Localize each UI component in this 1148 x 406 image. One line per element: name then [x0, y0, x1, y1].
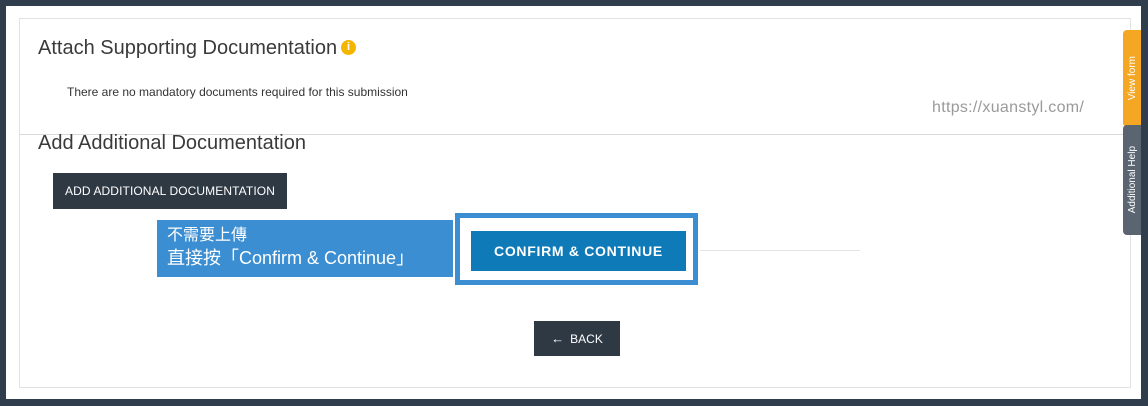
view-form-tab[interactable]: View form	[1123, 30, 1141, 127]
add-additional-documentation-button[interactable]: ADD ADDITIONAL DOCUMENTATION	[53, 173, 287, 209]
additional-help-tab[interactable]: Additional Help	[1123, 125, 1141, 235]
confirm-highlight-inner: CONFIRM & CONTINUE	[460, 218, 693, 280]
additional-section-title: Add Additional Documentation	[38, 132, 306, 154]
attach-section-title-text: Attach Supporting Documentation	[38, 37, 338, 59]
back-button[interactable]: ← BACK	[534, 321, 620, 356]
action-divider-line	[700, 250, 860, 251]
additional-help-tab-label: Additional Help	[1126, 146, 1138, 214]
back-button-label: BACK	[570, 332, 603, 346]
view-form-tab-label: View form	[1126, 56, 1138, 101]
watermark-url: https://xuanstyl.com/	[932, 99, 1085, 116]
attach-section-title: Attach Supporting Documentation i	[38, 37, 357, 60]
confirm-continue-button[interactable]: CONFIRM & CONTINUE	[471, 231, 686, 271]
attach-documentation-card	[19, 18, 1131, 135]
instruction-callout: 不需要上傳 直接按「Confirm & Continue」	[157, 220, 453, 277]
no-mandatory-documents-message: There are no mandatory documents require…	[67, 85, 408, 99]
callout-line-2: 直接按「Confirm & Continue」	[167, 248, 415, 268]
info-icon[interactable]: i	[341, 40, 357, 55]
confirm-highlight-frame: CONFIRM & CONTINUE	[455, 213, 698, 285]
callout-line-1: 不需要上傳	[167, 227, 248, 244]
application-window: Attach Supporting Documentation i There a…	[6, 6, 1141, 399]
arrow-left-icon: ←	[551, 331, 565, 346]
